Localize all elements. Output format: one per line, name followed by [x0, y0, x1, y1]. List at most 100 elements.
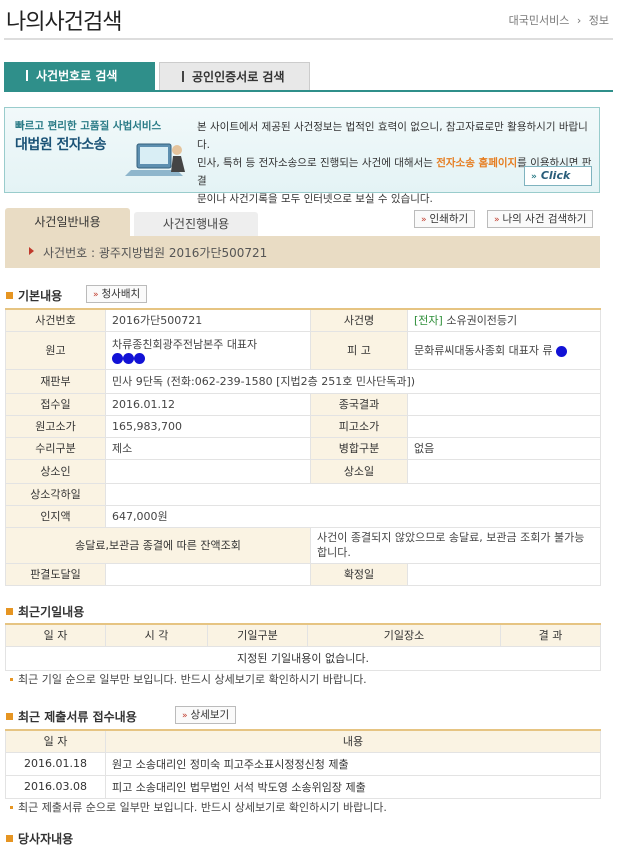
confirmed-date-label: 확정일	[310, 562, 408, 586]
double-chevron-right-icon: »	[494, 215, 500, 225]
section-title: 최근 제출서류 접수내용	[18, 710, 137, 724]
note-text: 최근 기일 순으로 일부만 보입니다. 반드시 상세보기로 확인하시기 바랍니다…	[18, 673, 367, 686]
column-header: 결 과	[500, 623, 601, 647]
final-result-value	[407, 392, 601, 416]
column-header: 일 자	[5, 729, 106, 753]
merge-type-value: 없음	[407, 436, 601, 460]
print-label: 인쇄하기	[429, 213, 469, 225]
triangle-right-icon	[29, 247, 34, 255]
appeal-date-label: 상소일	[310, 458, 408, 484]
case-name-value: [전자] 소유권이전등기	[407, 308, 601, 332]
table-row: 상소각하일	[5, 482, 601, 506]
tab-case-number-search[interactable]: 사건번호로 검색	[4, 62, 155, 90]
banner-click-button[interactable]: » Click	[524, 166, 592, 186]
final-result-label: 종국결과	[310, 392, 408, 416]
plaintiff-claim-label: 원고소가	[5, 414, 106, 438]
bullet-icon	[10, 678, 13, 681]
case-name-label: 사건명	[310, 308, 408, 332]
case-number-bar: 사건번호 : 광주지방법원 2016가단500721	[5, 236, 600, 268]
notice-line: 본 사이트에서 제공된 사건정보는 법적인 효력이 없으니, 참고자료로만 활용…	[197, 121, 588, 151]
judgment-delivered-label: 판결도달일	[5, 562, 106, 586]
tab-label: 사건번호로 검색	[36, 69, 118, 83]
hearings-heading: 최근기일내용	[6, 603, 84, 620]
filings-note: 최근 제출서류 순으로 일부만 보입니다. 반드시 상세보기로 확인하시기 바랍…	[10, 799, 387, 815]
appellant-label: 상소인	[5, 458, 106, 484]
parties-heading: 당사자내용	[6, 830, 73, 847]
basic-info-table: 사건번호 2016가단500721 사건명 [전자] 소유권이전등기 원고 차류…	[5, 308, 601, 586]
notice-line: 문이나 사건기록을 모두 인터넷으로 보실 수 있습니다.	[197, 193, 433, 205]
square-bullet-icon	[6, 713, 13, 720]
column-header: 기일장소	[307, 623, 501, 647]
filings-detail-button[interactable]: » 상세보기	[175, 706, 237, 724]
table-row: 인지액 647,000원	[5, 504, 601, 528]
plaintiff-value: 차류종친회광주전남본주 대표자	[105, 330, 311, 370]
table-row: 수리구분 제소 병합구분 없음	[5, 436, 601, 460]
acceptance-type-value: 제소	[105, 436, 311, 460]
filing-content: 피고 소송대리인 법무법인 서석 박도영 소송위임장 제출	[105, 774, 601, 799]
table-row: 재판부 민사 9단독 (전화:062-239-1580 [지법2층 251호 민…	[5, 368, 601, 394]
hearings-note: 최근 기일 순으로 일부만 보입니다. 반드시 상세보기로 확인하시기 바랍니다…	[10, 671, 367, 687]
hearings-table: 일 자 시 각 기일구분 기일장소 결 과 지정된 기일내용이 없습니다.	[5, 623, 601, 671]
e-litigation-banner: 빠르고 편리한 고품질 사법서비스 대법원 전자소송 본 사이트에서 제공된 사…	[4, 107, 600, 205]
laptop-person-illustration-icon	[125, 143, 185, 176]
case-number-label: 사건번호	[5, 308, 106, 332]
filing-date: 2016.03.08	[5, 774, 106, 799]
defendant-claim-label: 피고소가	[310, 414, 408, 438]
courthouse-layout-button[interactable]: » 청사배치	[86, 285, 148, 303]
table-row: 접수일 2016.01.12 종국결과	[5, 392, 601, 416]
case-number-text: 사건번호 : 광주지방법원 2016가단500721	[43, 246, 268, 260]
plaintiff-claim-value: 165,983,700	[105, 414, 311, 438]
confirmed-date-value	[407, 562, 601, 586]
received-date-label: 접수일	[5, 392, 106, 416]
table-row: 2016.03.08 피고 소송대리인 법무법인 서석 박도영 소송위임장 제출	[5, 774, 601, 799]
e-litigation-homepage-link[interactable]: 전자소송 홈페이지	[436, 157, 517, 169]
filings-heading: 최근 제출서류 접수내용	[6, 708, 137, 725]
table-row: 송달료,보관금 종결에 따른 잔액조회 사건이 종결되지 않았으므로 송달료, …	[5, 526, 601, 564]
breadcrumb-item[interactable]: 정보	[589, 14, 609, 27]
click-label: Click	[540, 169, 571, 182]
title-divider	[4, 38, 613, 40]
table-row: 원고 차류종친회광주전남본주 대표자 피 고 문화류씨대동사종회 대표자 류	[5, 330, 601, 370]
appeal-date-value	[407, 458, 601, 484]
section-title: 당사자내용	[18, 832, 74, 846]
defendant-label: 피 고	[310, 330, 408, 370]
basic-info-heading: 기본내용	[6, 287, 62, 304]
notice-text: 민사, 특허 등 전자소송으로 진행되는 사건에 대해서는	[197, 157, 437, 169]
tab-case-progress[interactable]: 사건진행내용	[134, 212, 258, 236]
double-chevron-right-icon: »	[93, 290, 99, 300]
print-button[interactable]: » 인쇄하기	[414, 210, 476, 228]
detail-view-label: 상세보기	[190, 709, 230, 721]
division-value: 민사 9단독 (전화:062-239-1580 [지법2층 251호 민사단독과…	[105, 368, 601, 394]
stamp-fee-value: 647,000원	[105, 504, 601, 528]
appeal-dismissed-value	[105, 482, 601, 506]
my-case-search-label: 나의 사건 검색하기	[502, 213, 587, 225]
square-bullet-icon	[6, 608, 13, 615]
electronic-tag: [전자]	[414, 314, 443, 328]
bullet-icon	[10, 806, 13, 809]
tab-certificate-search[interactable]: 공인인증서로 검색	[159, 62, 310, 90]
redaction-mark	[134, 353, 145, 364]
double-chevron-right-icon: »	[531, 172, 537, 182]
balance-inquiry-label: 송달료,보관금 종결에 따른 잔액조회	[5, 526, 311, 564]
redaction-mark	[556, 345, 568, 357]
defendant-value: 문화류씨대동사종회 대표자 류	[407, 330, 601, 370]
column-header: 내용	[105, 729, 601, 753]
banner-logo-text: 대법원 전자소송	[15, 137, 107, 153]
redaction-mark	[112, 353, 123, 364]
search-tabs: 사건번호로 검색 공인인증서로 검색	[4, 62, 613, 92]
table-row: 판결도달일 확정일	[5, 562, 601, 586]
banner-subtitle: 빠르고 편리한 고품질 사법서비스	[15, 120, 162, 132]
column-header: 일 자	[5, 623, 106, 647]
appellant-value	[105, 458, 311, 484]
tab-case-general[interactable]: 사건일반내용	[5, 208, 130, 236]
received-date-value: 2016.01.12	[105, 392, 311, 416]
chevron-right-icon: ›	[576, 14, 582, 27]
redaction-mark	[123, 353, 134, 364]
my-case-search-button[interactable]: » 나의 사건 검색하기	[487, 210, 594, 228]
filing-date: 2016.01.18	[5, 751, 106, 776]
section-title: 최근기일내용	[18, 605, 85, 619]
note-text: 최근 제출서류 순으로 일부만 보입니다. 반드시 상세보기로 확인하시기 바랍…	[18, 801, 387, 814]
table-header-row: 일 자 내용	[5, 729, 601, 753]
breadcrumb-item[interactable]: 대국민서비스	[509, 14, 570, 27]
stamp-fee-label: 인지액	[5, 504, 106, 528]
